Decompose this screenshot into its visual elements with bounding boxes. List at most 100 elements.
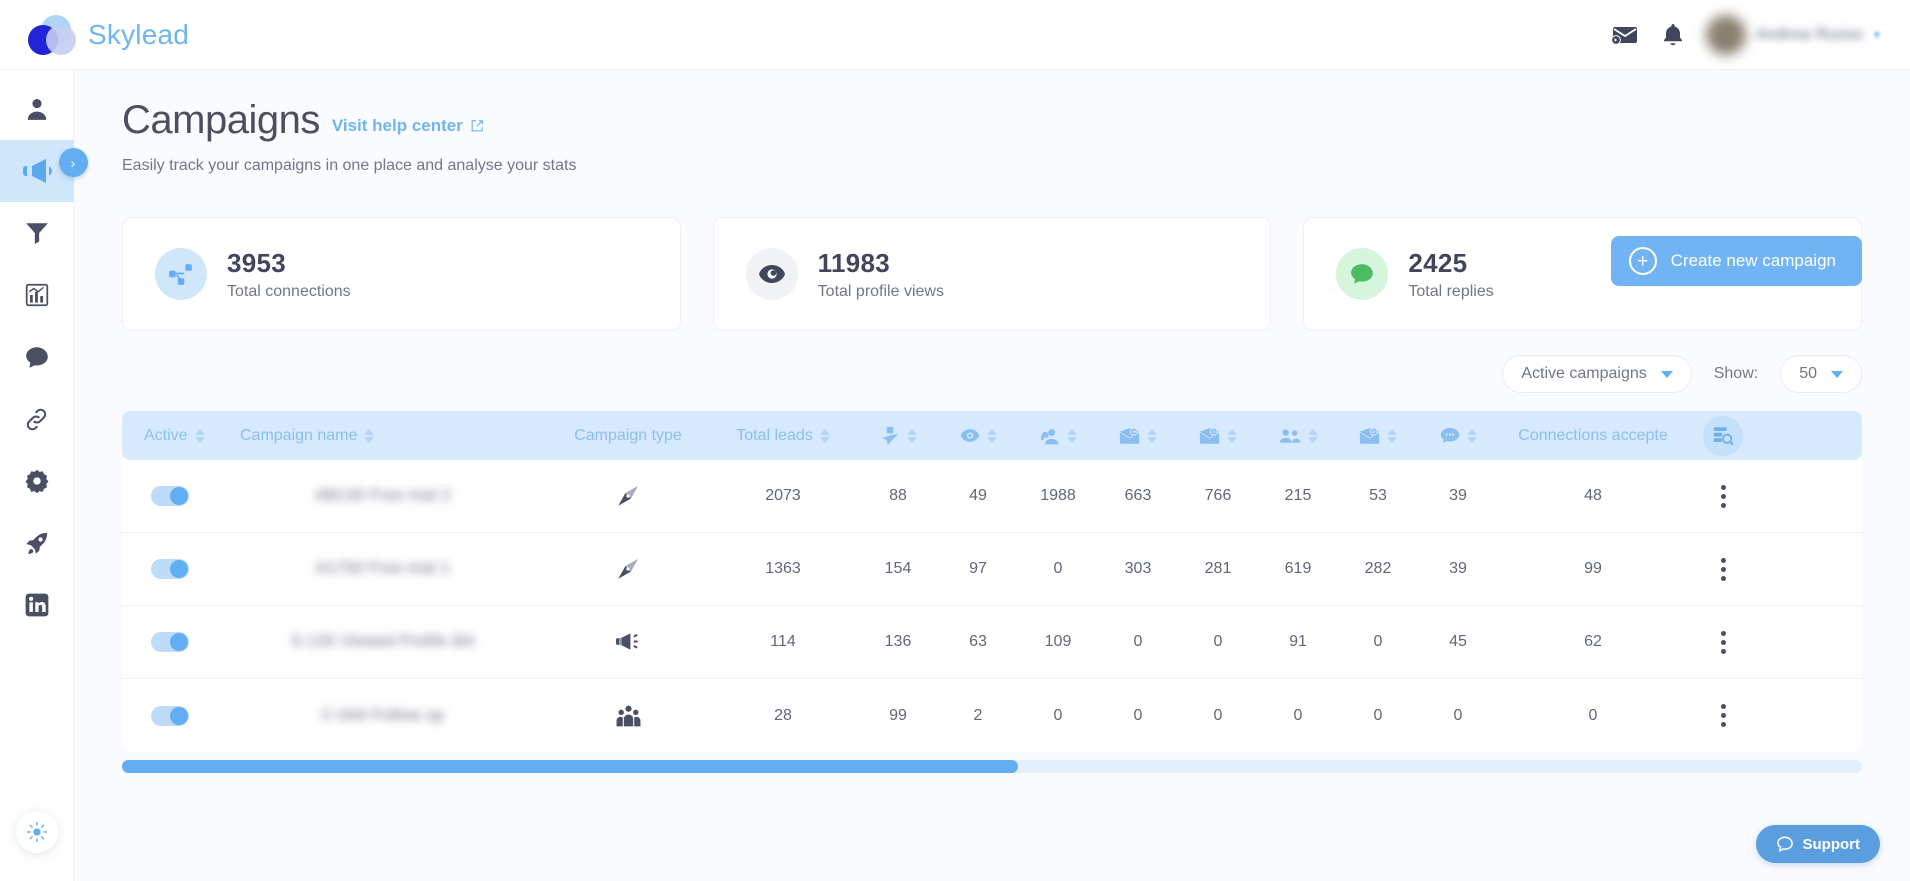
compass-icon xyxy=(618,559,638,579)
column-header-active[interactable]: Active xyxy=(122,427,218,445)
sort-icon[interactable] xyxy=(819,428,830,443)
column-label: Campaign name xyxy=(240,426,358,444)
row-invites: 88 xyxy=(889,487,907,504)
sidebar-expand-button[interactable]: › xyxy=(58,148,88,177)
page-size-value: 50 xyxy=(1799,365,1817,382)
row-campaign-type-cell xyxy=(548,704,708,728)
row-menu-button[interactable] xyxy=(1688,630,1758,654)
theme-toggle-button[interactable] xyxy=(15,811,58,853)
table-row[interactable]: S-135 Viewed Profile BA 114 136 63 109 0 xyxy=(122,606,1862,679)
row-campaign-name-cell: S-135 Viewed Profile BA xyxy=(218,633,548,651)
support-button[interactable]: Support xyxy=(1755,825,1880,863)
stat-label: Total replies xyxy=(1408,282,1494,300)
sort-icon[interactable] xyxy=(1147,428,1157,443)
sort-icon[interactable] xyxy=(986,428,997,443)
column-header-inmails[interactable] xyxy=(1018,426,1098,446)
link-icon xyxy=(26,408,47,430)
chat-icon xyxy=(25,347,48,368)
sidebar-item-linkedin[interactable] xyxy=(0,574,74,636)
column-header-connections-accepted[interactable]: Connections accepte xyxy=(1498,427,1688,445)
row-invites: 136 xyxy=(884,633,912,650)
campaign-name: C-044 Follow up xyxy=(321,706,445,724)
chat-bubble-icon xyxy=(1776,836,1793,853)
column-header-emails-sent[interactable] xyxy=(1098,427,1178,445)
sort-icon[interactable] xyxy=(1307,428,1318,443)
active-toggle[interactable] xyxy=(151,559,189,579)
sidebar-item-campaigns[interactable]: › xyxy=(0,140,88,202)
row-emails-sent: 303 xyxy=(1124,560,1152,577)
show-label: Show: xyxy=(1713,365,1759,382)
row-campaign-name-cell: A1750 Free trial 1 xyxy=(218,560,548,578)
campaigns-table: Active Campaign name Campaign type Total… xyxy=(122,411,1862,752)
column-header-replies[interactable] xyxy=(1418,427,1498,444)
column-search-icon xyxy=(1713,426,1734,445)
sidebar-item-inbox[interactable] xyxy=(0,326,74,388)
sort-icon[interactable] xyxy=(1227,428,1237,443)
bell-icon[interactable] xyxy=(1658,20,1688,50)
row-inmails: 109 xyxy=(1044,633,1072,650)
group-icon xyxy=(616,705,640,726)
kebab-menu-icon xyxy=(1720,704,1726,727)
sidebar-item-leads[interactable] xyxy=(0,78,74,140)
sort-icon[interactable] xyxy=(1466,428,1477,443)
skylead-logo-icon xyxy=(28,13,76,57)
sidebar-item-filters[interactable] xyxy=(0,202,74,264)
column-label: Campaign type xyxy=(574,426,682,444)
top-bar-actions: Andrea Russo ▾ xyxy=(1610,14,1880,55)
table-row[interactable]: A1750 Free trial 1 1363 154 97 0 303 281 xyxy=(122,533,1862,606)
active-toggle[interactable] xyxy=(151,632,189,652)
sidebar-item-reports[interactable] xyxy=(0,264,74,326)
row-total-leads: 2073 xyxy=(765,487,801,504)
table-controls: Active campaigns Show: 50 xyxy=(122,355,1862,393)
row-campaign-type-cell xyxy=(548,556,708,582)
active-toggle[interactable] xyxy=(151,705,189,726)
gear-icon xyxy=(25,469,48,494)
sort-icon[interactable] xyxy=(1066,428,1077,443)
user-menu[interactable]: Andrea Russo ▾ xyxy=(1706,14,1880,55)
sort-icon[interactable] xyxy=(194,428,205,443)
column-header-campaign-name[interactable]: Campaign name xyxy=(218,427,548,445)
row-connections-accepted: 0 xyxy=(1588,706,1598,724)
rocket-icon xyxy=(26,532,48,554)
create-new-campaign-button[interactable]: + Create new campaign xyxy=(1610,236,1862,286)
column-header-emails-opened[interactable] xyxy=(1178,427,1258,445)
row-views: 63 xyxy=(969,633,987,650)
row-menu-button[interactable] xyxy=(1688,704,1758,727)
row-inmails: 0 xyxy=(1053,706,1063,724)
mail-icon[interactable] xyxy=(1610,20,1640,50)
row-menu-button[interactable] xyxy=(1688,484,1758,508)
sidebar-item-integrations[interactable] xyxy=(0,388,74,450)
active-toggle[interactable] xyxy=(151,486,189,506)
table-header-row: Active Campaign name Campaign type Total… xyxy=(122,411,1862,460)
table-row[interactable]: C-044 Follow up 28 99 2 0 0 0 0 0 0 0 xyxy=(122,679,1862,752)
scrollbar-thumb[interactable] xyxy=(122,760,1019,773)
row-total-leads: 1363 xyxy=(765,560,801,577)
page-size-select[interactable]: 50 xyxy=(1780,355,1862,393)
stat-label: Total connections xyxy=(227,282,351,300)
row-campaign-name-cell: AB130 Free trial 2 xyxy=(218,487,548,505)
help-center-link[interactable]: Visit help center xyxy=(332,116,484,136)
sort-icon[interactable] xyxy=(1387,428,1397,443)
avatar xyxy=(1706,14,1747,55)
table-row[interactable]: AB130 Free trial 2 2073 88 49 1988 663 7… xyxy=(122,460,1862,533)
campaign-filter-select[interactable]: Active campaigns xyxy=(1502,355,1692,393)
brand-logo[interactable]: Skylead xyxy=(28,13,189,57)
column-header-messages[interactable] xyxy=(1338,427,1418,445)
column-header-total-leads[interactable]: Total leads xyxy=(708,427,858,445)
sort-icon[interactable] xyxy=(906,428,917,443)
column-header-connections[interactable] xyxy=(1258,428,1338,444)
sidebar-item-launch[interactable] xyxy=(0,512,74,574)
page-subtitle: Easily track your campaigns in one place… xyxy=(122,157,577,174)
sun-icon xyxy=(26,821,47,843)
column-header-invites[interactable] xyxy=(858,426,938,446)
column-header-views[interactable] xyxy=(938,428,1018,443)
row-active-toggle-cell xyxy=(122,705,218,726)
row-menu-button[interactable] xyxy=(1688,557,1758,581)
column-label: Active xyxy=(144,426,188,444)
linkedin-paperplane-icon xyxy=(880,426,898,445)
sort-icon[interactable] xyxy=(364,428,375,443)
sidebar-item-settings[interactable] xyxy=(0,450,74,512)
row-emails-sent: 0 xyxy=(1133,633,1143,650)
table-horizontal-scrollbar[interactable] xyxy=(122,760,1862,773)
column-search-button[interactable] xyxy=(1688,415,1758,456)
